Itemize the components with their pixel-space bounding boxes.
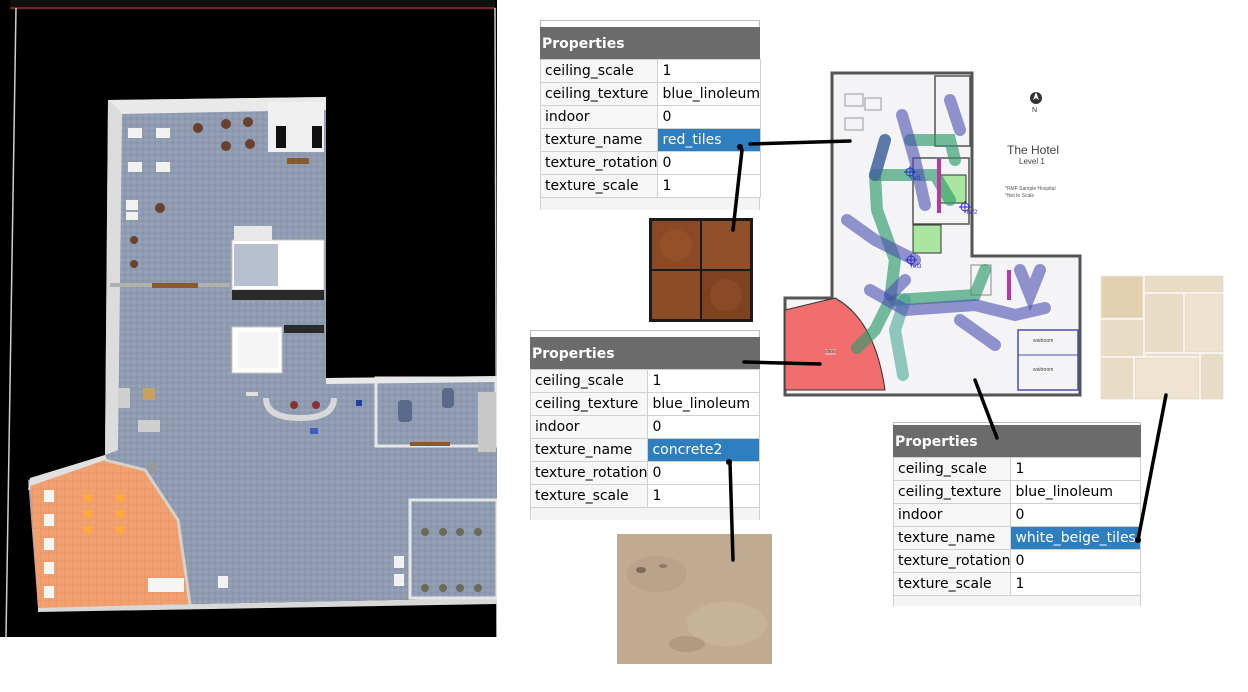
property-row[interactable]: ceiling_texture blue_linoleum (529, 392, 760, 416)
ref-label: ref3 (911, 264, 922, 270)
panel-footer (540, 198, 760, 210)
panel-header: Properties (540, 27, 760, 59)
property-key: indoor (892, 503, 1012, 527)
property-value[interactable]: blue_linoleum (647, 392, 760, 416)
property-row[interactable]: texture_name concrete2 (529, 438, 760, 462)
ref-label: ref2 (967, 210, 978, 216)
property-value[interactable]: 1 (647, 484, 760, 508)
property-value-selected[interactable]: red_tiles (657, 128, 761, 152)
compass-north-label: N (1032, 107, 1038, 114)
property-row[interactable]: ceiling_texture blue_linoleum (539, 82, 761, 106)
property-key: ceiling_texture (892, 480, 1012, 504)
panel-header: Properties (530, 337, 760, 369)
property-value[interactable]: 1 (1010, 572, 1141, 596)
property-key: indoor (539, 105, 659, 129)
property-key: ceiling_scale (529, 369, 649, 393)
floor-plan-title: The Hotel (1007, 143, 1060, 157)
property-row[interactable]: texture_rotation 0 (529, 461, 760, 485)
panel-header: Properties (893, 425, 1141, 457)
floor-plan-drawing (783, 71, 1082, 397)
property-row[interactable]: ceiling_scale 1 (539, 59, 761, 83)
property-value[interactable]: 0 (1010, 503, 1141, 527)
property-row[interactable]: texture_name red_tiles (539, 128, 761, 152)
property-value[interactable]: 0 (657, 151, 761, 175)
properties-panel-concrete: Properties ceiling_scale 1 ceiling_textur… (529, 330, 760, 520)
property-value-selected[interactable]: white_beige_tiles (1010, 526, 1141, 550)
white-beige-tiles-swatch (1100, 275, 1224, 400)
panel-top-strip (540, 20, 760, 27)
property-key: texture_scale (529, 484, 649, 508)
property-value[interactable]: blue_linoleum (657, 82, 761, 106)
properties-panel-beige: Properties ceiling_scale 1 ceiling_textur… (892, 422, 1141, 606)
3d-scene (5, 0, 497, 637)
connector-beige-to-swatch (1136, 393, 1168, 542)
panel-top-strip (530, 330, 760, 337)
floor-plan-note: *Not to Scale (1005, 193, 1035, 199)
properties-table: ceiling_scale 1 ceiling_texture blue_linol… (539, 59, 761, 198)
property-value[interactable]: 0 (1010, 549, 1141, 573)
property-row[interactable]: texture_scale 1 (892, 572, 1141, 596)
property-value[interactable]: 0 (647, 461, 760, 485)
property-value[interactable]: 1 (657, 174, 761, 198)
property-row[interactable]: texture_scale 1 (539, 174, 761, 198)
ref-label: ref1 (911, 176, 922, 182)
property-key: texture_scale (892, 572, 1012, 596)
property-row[interactable]: ceiling_scale 1 (892, 457, 1141, 481)
property-value-selected[interactable]: concrete2 (647, 438, 760, 462)
properties-table: ceiling_scale 1 ceiling_texture blue_linol… (892, 457, 1141, 596)
properties-panel-red: Properties ceiling_scale 1 ceiling_textur… (539, 20, 761, 210)
region-label: waitroom (1033, 367, 1054, 373)
floor-plan-notes: *RMF Sample Hospital *Not to Scale (1005, 186, 1056, 200)
panel-footer (530, 508, 760, 520)
property-key: ceiling_texture (539, 82, 659, 106)
property-key: texture_rotation (529, 461, 649, 485)
property-row[interactable]: texture_rotation 0 (539, 151, 761, 175)
region-label: waitroom (1033, 338, 1054, 344)
property-key: texture_name (539, 128, 659, 152)
property-key: texture_name (529, 438, 649, 462)
concrete-swatch (617, 534, 772, 664)
region-label: choo (825, 349, 836, 355)
3d-viewport[interactable] (0, 0, 497, 637)
floor-plan-map[interactable]: The Hotel Level 1 N *RMF Sample Hospital… (775, 70, 1085, 398)
property-key: ceiling_texture (529, 392, 649, 416)
panel-footer (893, 596, 1141, 606)
property-row[interactable]: indoor 0 (529, 415, 760, 439)
property-value[interactable]: 1 (647, 369, 760, 393)
property-value[interactable]: 1 (1010, 457, 1141, 481)
property-row[interactable]: indoor 0 (539, 105, 761, 129)
property-value[interactable]: 1 (657, 59, 761, 83)
property-value[interactable]: 0 (657, 105, 761, 129)
property-key: texture_name (892, 526, 1012, 550)
properties-table: ceiling_scale 1 ceiling_texture blue_linol… (529, 369, 760, 508)
property-value[interactable]: blue_linoleum (1010, 480, 1141, 504)
property-value[interactable]: 0 (647, 415, 760, 439)
property-row[interactable]: texture_name white_beige_tiles (892, 526, 1141, 550)
property-key: texture_rotation (892, 549, 1012, 573)
property-key: ceiling_scale (539, 59, 659, 83)
property-row[interactable]: texture_rotation 0 (892, 549, 1141, 573)
property-key: indoor (529, 415, 649, 439)
floor-plan-note: *RMF Sample Hospital (1005, 186, 1056, 192)
property-row[interactable]: texture_scale 1 (529, 484, 760, 508)
red-tiles-swatch (649, 218, 753, 322)
floor-plan-level: Level 1 (1019, 157, 1045, 166)
property-row[interactable]: indoor 0 (892, 503, 1141, 527)
property-key: ceiling_scale (892, 457, 1012, 481)
property-key: texture_scale (539, 174, 659, 198)
property-key: texture_rotation (539, 151, 659, 175)
property-row[interactable]: ceiling_scale 1 (529, 369, 760, 393)
property-row[interactable]: ceiling_texture blue_linoleum (892, 480, 1141, 504)
